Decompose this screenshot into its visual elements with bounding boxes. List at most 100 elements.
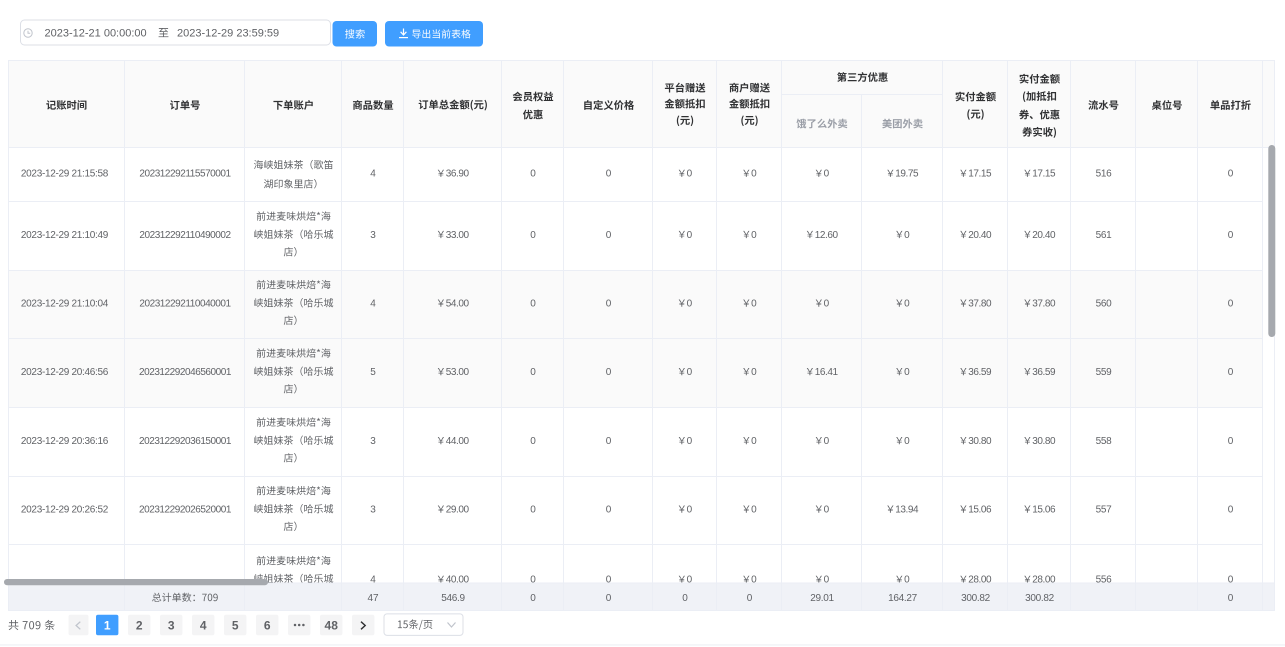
svg-text:0: 0 [824, 298, 830, 309]
svg-text:2023-12-29 20:26:52: 2023-12-29 20:26:52 [21, 504, 109, 515]
svg-text:202312292110040001: 202312292110040001 [139, 298, 231, 309]
svg-text:0: 0 [682, 593, 688, 604]
svg-text:0: 0 [1228, 230, 1234, 241]
svg-text:0: 0 [904, 367, 910, 378]
svg-text:0: 0 [687, 367, 693, 378]
svg-text:0: 0 [751, 504, 757, 515]
svg-text:202312292046560001: 202312292046560001 [139, 367, 232, 378]
svg-text:5: 5 [232, 618, 239, 632]
svg-text:2023-12-29 21:15:58: 2023-12-29 21:15:58 [21, 169, 109, 180]
svg-text:0: 0 [751, 436, 757, 447]
svg-text:2023-12-29 23:59:59: 2023-12-29 23:59:59 [177, 28, 279, 40]
svg-text:36.90: 36.90 [446, 169, 470, 180]
svg-text:5: 5 [370, 367, 376, 378]
svg-text:0: 0 [606, 436, 612, 447]
svg-text:0: 0 [751, 298, 757, 309]
svg-text:20.40: 20.40 [968, 230, 992, 241]
svg-text:202312292110490002: 202312292110490002 [139, 230, 231, 241]
svg-text:557: 557 [1096, 504, 1113, 515]
svg-text:0: 0 [824, 504, 830, 515]
svg-text:0: 0 [1228, 593, 1234, 604]
svg-text:0: 0 [751, 230, 757, 241]
svg-text:202312292115570001: 202312292115570001 [139, 169, 231, 180]
svg-text:0: 0 [687, 504, 693, 515]
svg-text:0: 0 [606, 169, 612, 180]
svg-text:0: 0 [904, 298, 910, 309]
svg-text:0: 0 [1228, 298, 1234, 309]
svg-text:2023-12-29 20:46:56: 2023-12-29 20:46:56 [21, 367, 109, 378]
svg-text:561: 561 [1096, 230, 1113, 241]
svg-text:0: 0 [824, 436, 830, 447]
svg-text:4: 4 [370, 169, 376, 180]
svg-text:2: 2 [136, 618, 143, 632]
svg-text:36.59: 36.59 [968, 367, 992, 378]
svg-text:53.00: 53.00 [446, 367, 470, 378]
svg-text:0: 0 [530, 504, 536, 515]
svg-text:3: 3 [370, 436, 376, 447]
svg-text:0: 0 [530, 169, 536, 180]
svg-text:6: 6 [264, 618, 271, 632]
svg-text:0: 0 [606, 504, 612, 515]
svg-text:3: 3 [370, 230, 376, 241]
svg-text:13.94: 13.94 [895, 504, 919, 515]
svg-text:202312292026520001: 202312292026520001 [139, 504, 232, 515]
svg-text:30.80: 30.80 [1032, 436, 1056, 447]
svg-text:0: 0 [904, 436, 910, 447]
svg-text:15.06: 15.06 [1032, 504, 1056, 515]
svg-text:36.59: 36.59 [1032, 367, 1056, 378]
svg-text:202312292036150001: 202312292036150001 [139, 436, 232, 447]
svg-text:0: 0 [904, 230, 910, 241]
svg-text:0: 0 [606, 230, 612, 241]
svg-text:12.60: 12.60 [815, 230, 839, 241]
svg-text:558: 558 [1096, 436, 1113, 447]
svg-text:0: 0 [751, 367, 757, 378]
svg-text:0: 0 [530, 230, 536, 241]
svg-text:559: 559 [1096, 367, 1113, 378]
svg-text:33.00: 33.00 [446, 230, 470, 241]
svg-text:30.80: 30.80 [968, 436, 992, 447]
svg-text:0: 0 [824, 169, 830, 180]
svg-text:19.75: 19.75 [895, 169, 919, 180]
svg-text:0: 0 [687, 298, 693, 309]
svg-text:2023-12-29 20:36:16: 2023-12-29 20:36:16 [21, 436, 109, 447]
svg-text:0: 0 [747, 593, 753, 604]
svg-text:0: 0 [687, 169, 693, 180]
svg-text:0: 0 [530, 298, 536, 309]
svg-text:17.15: 17.15 [1032, 169, 1056, 180]
svg-text:2023-12-21 00:00:00: 2023-12-21 00:00:00 [45, 28, 147, 40]
svg-text:48: 48 [325, 618, 339, 632]
svg-text:16.41: 16.41 [815, 367, 839, 378]
svg-text:0: 0 [687, 436, 693, 447]
svg-text:0: 0 [1228, 169, 1234, 180]
svg-text:0: 0 [530, 593, 536, 604]
svg-text:4: 4 [200, 618, 207, 632]
svg-text:37.80: 37.80 [1032, 298, 1056, 309]
svg-text:0: 0 [606, 367, 612, 378]
svg-text:1: 1 [104, 618, 111, 632]
svg-text:516: 516 [1096, 169, 1113, 180]
svg-text:29.00: 29.00 [446, 504, 470, 515]
svg-text:0: 0 [751, 169, 757, 180]
svg-text:0: 0 [606, 298, 612, 309]
svg-text:300.82: 300.82 [1025, 593, 1055, 604]
svg-text:0: 0 [687, 230, 693, 241]
svg-text:17.15: 17.15 [968, 169, 992, 180]
svg-text:0: 0 [1228, 504, 1234, 515]
svg-text:29.01: 29.01 [810, 593, 834, 604]
svg-text:2023-12-29 21:10:49: 2023-12-29 21:10:49 [21, 230, 109, 241]
svg-text:47: 47 [367, 593, 379, 604]
svg-text:300.82: 300.82 [961, 593, 991, 604]
svg-text:560: 560 [1096, 298, 1113, 309]
svg-text:0: 0 [530, 367, 536, 378]
svg-text:0: 0 [1228, 367, 1234, 378]
svg-text:20.40: 20.40 [1032, 230, 1056, 241]
svg-text:37.80: 37.80 [968, 298, 992, 309]
svg-text:3: 3 [168, 618, 175, 632]
svg-text:0: 0 [606, 593, 612, 604]
svg-text:54.00: 54.00 [446, 298, 470, 309]
svg-text:3: 3 [370, 504, 376, 515]
svg-text:546.9: 546.9 [441, 593, 465, 604]
svg-text:0: 0 [530, 436, 536, 447]
svg-text:15.06: 15.06 [968, 504, 992, 515]
svg-text:0: 0 [1228, 436, 1234, 447]
